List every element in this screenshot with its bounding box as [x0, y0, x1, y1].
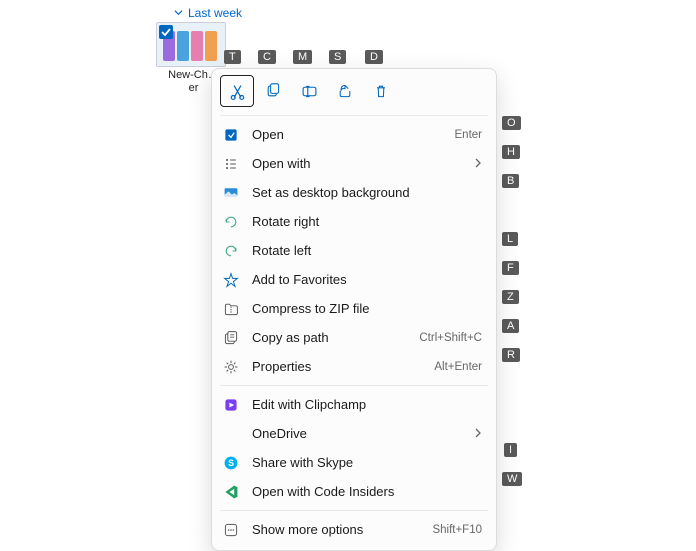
key-tip-i: I	[504, 443, 517, 457]
menu-item-label: Edit with Clipchamp	[252, 397, 482, 412]
key-tip-h: H	[502, 145, 520, 159]
skype-icon: S	[222, 454, 240, 472]
delete-button[interactable]	[364, 75, 398, 107]
menu-item-label: OneDrive	[252, 426, 462, 441]
menu-separator	[220, 115, 488, 116]
menu-item-label: Copy as path	[252, 330, 407, 345]
menu-item-label: Properties	[252, 359, 422, 374]
key-tip-r: R	[502, 348, 520, 362]
menu-item-rotate-right[interactable]: Rotate right	[212, 207, 496, 236]
key-tip-f: F	[502, 261, 519, 275]
clipchamp-icon	[222, 396, 240, 414]
key-tip-a: A	[502, 319, 519, 333]
menu-item-shortcut: Alt+Enter	[434, 361, 482, 373]
menu-item-code-insiders[interactable]: Open with Code Insiders	[212, 477, 496, 506]
quick-actions-row	[212, 75, 496, 111]
key-tip-m: M	[293, 50, 312, 64]
menu-item-onedrive[interactable]: OneDrive	[212, 419, 496, 448]
properties-icon	[222, 358, 240, 376]
check-icon	[159, 25, 173, 39]
menu-separator	[220, 510, 488, 511]
context-menu: Open Enter Open with Set as desktop back…	[211, 68, 497, 551]
menu-item-compress-zip[interactable]: Compress to ZIP file	[212, 294, 496, 323]
svg-text:S: S	[228, 458, 234, 468]
rename-button[interactable]	[292, 75, 326, 107]
menu-item-label: Open with Code Insiders	[252, 484, 482, 499]
copy-button[interactable]	[256, 75, 290, 107]
open-with-icon	[222, 155, 240, 173]
star-icon	[222, 271, 240, 289]
menu-item-label: Compress to ZIP file	[252, 301, 482, 316]
menu-item-shortcut: Ctrl+Shift+C	[419, 332, 482, 344]
file-thumbnail	[156, 22, 226, 67]
rotate-left-icon	[222, 242, 240, 260]
menu-item-clipchamp[interactable]: Edit with Clipchamp	[212, 390, 496, 419]
key-tip-l: L	[502, 232, 518, 246]
menu-item-rotate-left[interactable]: Rotate left	[212, 236, 496, 265]
menu-item-properties[interactable]: Properties Alt+Enter	[212, 352, 496, 381]
open-icon	[222, 126, 240, 144]
onedrive-icon	[222, 425, 240, 443]
cut-button[interactable]	[220, 75, 254, 107]
key-tip-t: T	[224, 50, 241, 64]
menu-item-open[interactable]: Open Enter	[212, 120, 496, 149]
key-tip-c: C	[258, 50, 276, 64]
more-options-icon	[222, 521, 240, 539]
rotate-right-icon	[222, 213, 240, 231]
menu-item-label: Open with	[252, 156, 462, 171]
group-label: Last week	[188, 6, 242, 20]
key-tip-b: B	[502, 174, 519, 188]
key-tip-o: O	[502, 116, 521, 130]
key-tip-s: S	[329, 50, 346, 64]
menu-item-label: Set as desktop background	[252, 185, 482, 200]
menu-item-label: Open	[252, 127, 443, 142]
menu-item-label: Add to Favorites	[252, 272, 482, 287]
menu-item-shortcut: Enter	[455, 129, 483, 141]
menu-item-add-favorites[interactable]: Add to Favorites	[212, 265, 496, 294]
key-tip-z: Z	[502, 290, 519, 304]
submenu-chevron-icon	[474, 427, 482, 441]
desktop-bg-icon	[222, 184, 240, 202]
zip-icon	[222, 300, 240, 318]
menu-item-show-more[interactable]: Show more options Shift+F10	[212, 515, 496, 544]
menu-item-shortcut: Shift+F10	[432, 524, 482, 536]
key-tip-w: W	[502, 472, 522, 486]
key-tip-d: D	[365, 50, 383, 64]
menu-item-skype[interactable]: S Share with Skype	[212, 448, 496, 477]
menu-item-label: Show more options	[252, 522, 420, 537]
menu-item-label: Rotate left	[252, 243, 482, 258]
share-button[interactable]	[328, 75, 362, 107]
copy-path-icon	[222, 329, 240, 347]
submenu-chevron-icon	[474, 157, 482, 171]
menu-item-set-desktop-bg[interactable]: Set as desktop background	[212, 178, 496, 207]
menu-item-open-with[interactable]: Open with	[212, 149, 496, 178]
menu-item-copy-as-path[interactable]: Copy as path Ctrl+Shift+C	[212, 323, 496, 352]
vscode-icon	[222, 483, 240, 501]
menu-item-label: Rotate right	[252, 214, 482, 229]
chevron-down-icon	[174, 6, 184, 20]
menu-item-label: Share with Skype	[252, 455, 482, 470]
menu-separator	[220, 385, 488, 386]
group-header-last-week[interactable]: Last week	[174, 6, 242, 20]
